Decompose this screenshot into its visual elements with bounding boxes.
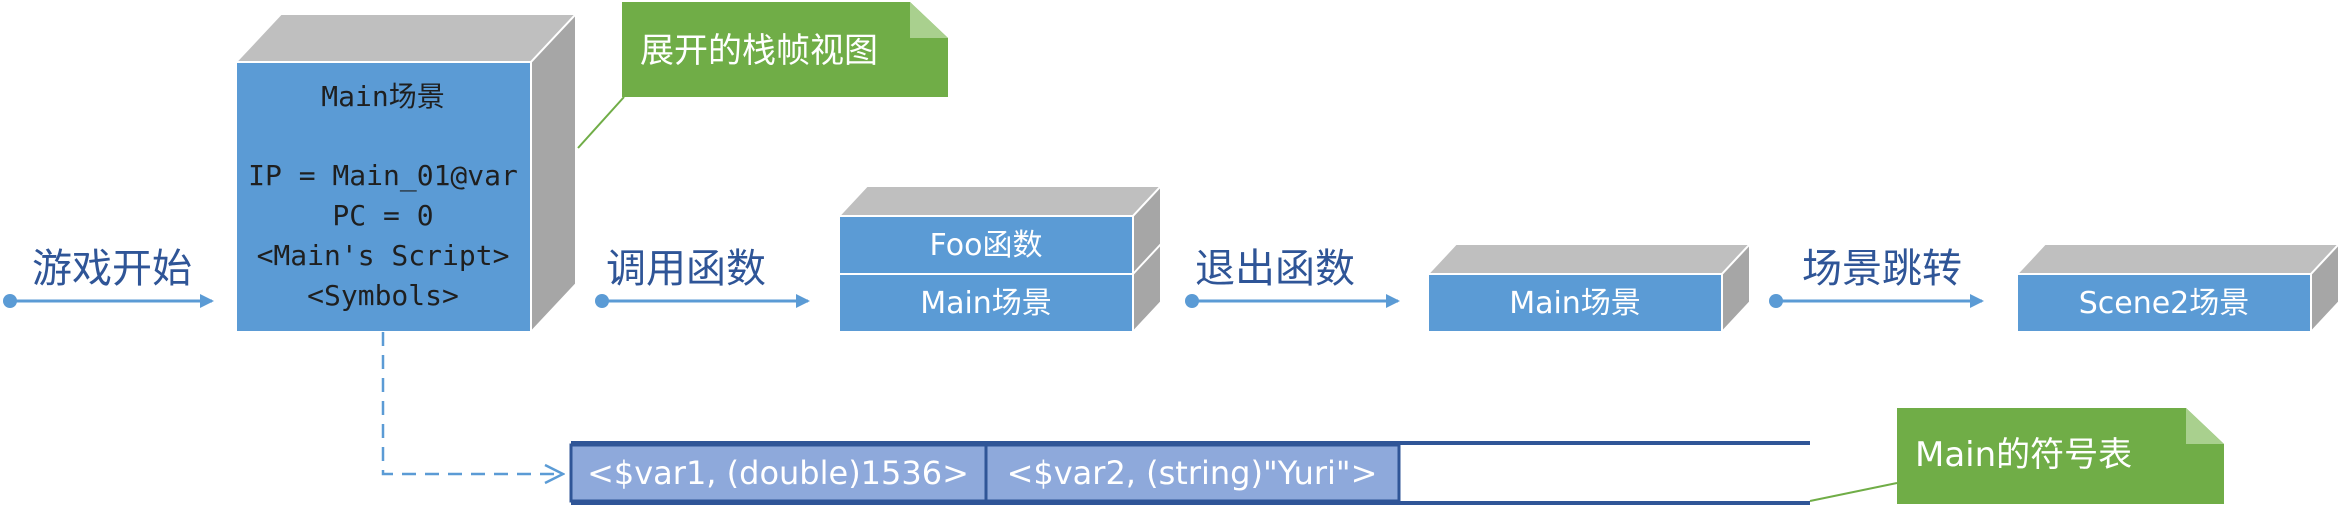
callout-expanded-fold	[910, 2, 948, 38]
main-frame-top	[233, 13, 579, 63]
main-frame-script: <Main's Script>	[257, 239, 510, 272]
callout-symbol-table: Main的符号表	[1809, 408, 2224, 504]
stack-call: Foo函数 Main场景	[836, 183, 1164, 335]
main-frame-title: Main场景	[321, 80, 444, 113]
stack-call-bottom-label: Main场景	[920, 286, 1052, 321]
stack-exit-top	[1425, 243, 1753, 275]
stack-call-top	[836, 185, 1164, 217]
step-start: 游戏开始	[3, 246, 214, 308]
step-jump: 场景跳转	[1769, 246, 1984, 308]
diagram-canvas: 游戏开始 调用函数 退出函数 场景跳转 Main场景 IP = Main_01@…	[3, 2, 2342, 505]
callout-symbol-fold	[2186, 408, 2224, 444]
callout-symbol-text: Main的符号表	[1915, 435, 2132, 475]
stack-jump: Scene2场景	[2014, 241, 2342, 335]
symbols-dashed-arrow	[381, 332, 563, 474]
exit-label: 退出函数	[1195, 246, 1355, 292]
call-label: 调用函数	[606, 246, 766, 292]
main-frame-ip: IP = Main_01@var	[248, 159, 518, 193]
main-frame-side	[530, 11, 577, 335]
callout-expanded-connector	[577, 96, 625, 149]
callout-expanded-text: 展开的栈帧视图	[640, 31, 878, 71]
callout-expanded-frame: 展开的栈帧视图	[577, 2, 948, 149]
jump-label: 场景跳转	[1802, 246, 1962, 292]
main-frame-symbols: <Symbols>	[307, 279, 459, 312]
stack-exit: Main场景	[1425, 241, 1753, 335]
main-frame-box: Main场景 IP = Main_01@var PC = 0 <Main's S…	[233, 11, 579, 335]
symbol-entry-label: <$var2, (string)"Yuri">	[1007, 454, 1378, 492]
stack-call-top-label: Foo函数	[930, 228, 1043, 263]
start-label: 游戏开始	[32, 246, 192, 292]
callout-symbol-connector	[1809, 482, 1898, 502]
stack-jump-top	[2014, 243, 2342, 275]
step-call: 调用函数	[595, 246, 810, 308]
step-exit: 退出函数	[1185, 246, 1400, 308]
main-frame-pc: PC = 0	[332, 199, 433, 232]
stack-jump-label: Scene2场景	[2079, 286, 2250, 321]
stack-exit-label: Main场景	[1509, 286, 1641, 321]
symbol-entry-label: <$var1, (double)1536>	[587, 454, 969, 492]
symbols-link	[381, 332, 563, 474]
symbol-table: <$var1, (double)1536> <$var2, (string)"Y…	[569, 441, 1810, 505]
